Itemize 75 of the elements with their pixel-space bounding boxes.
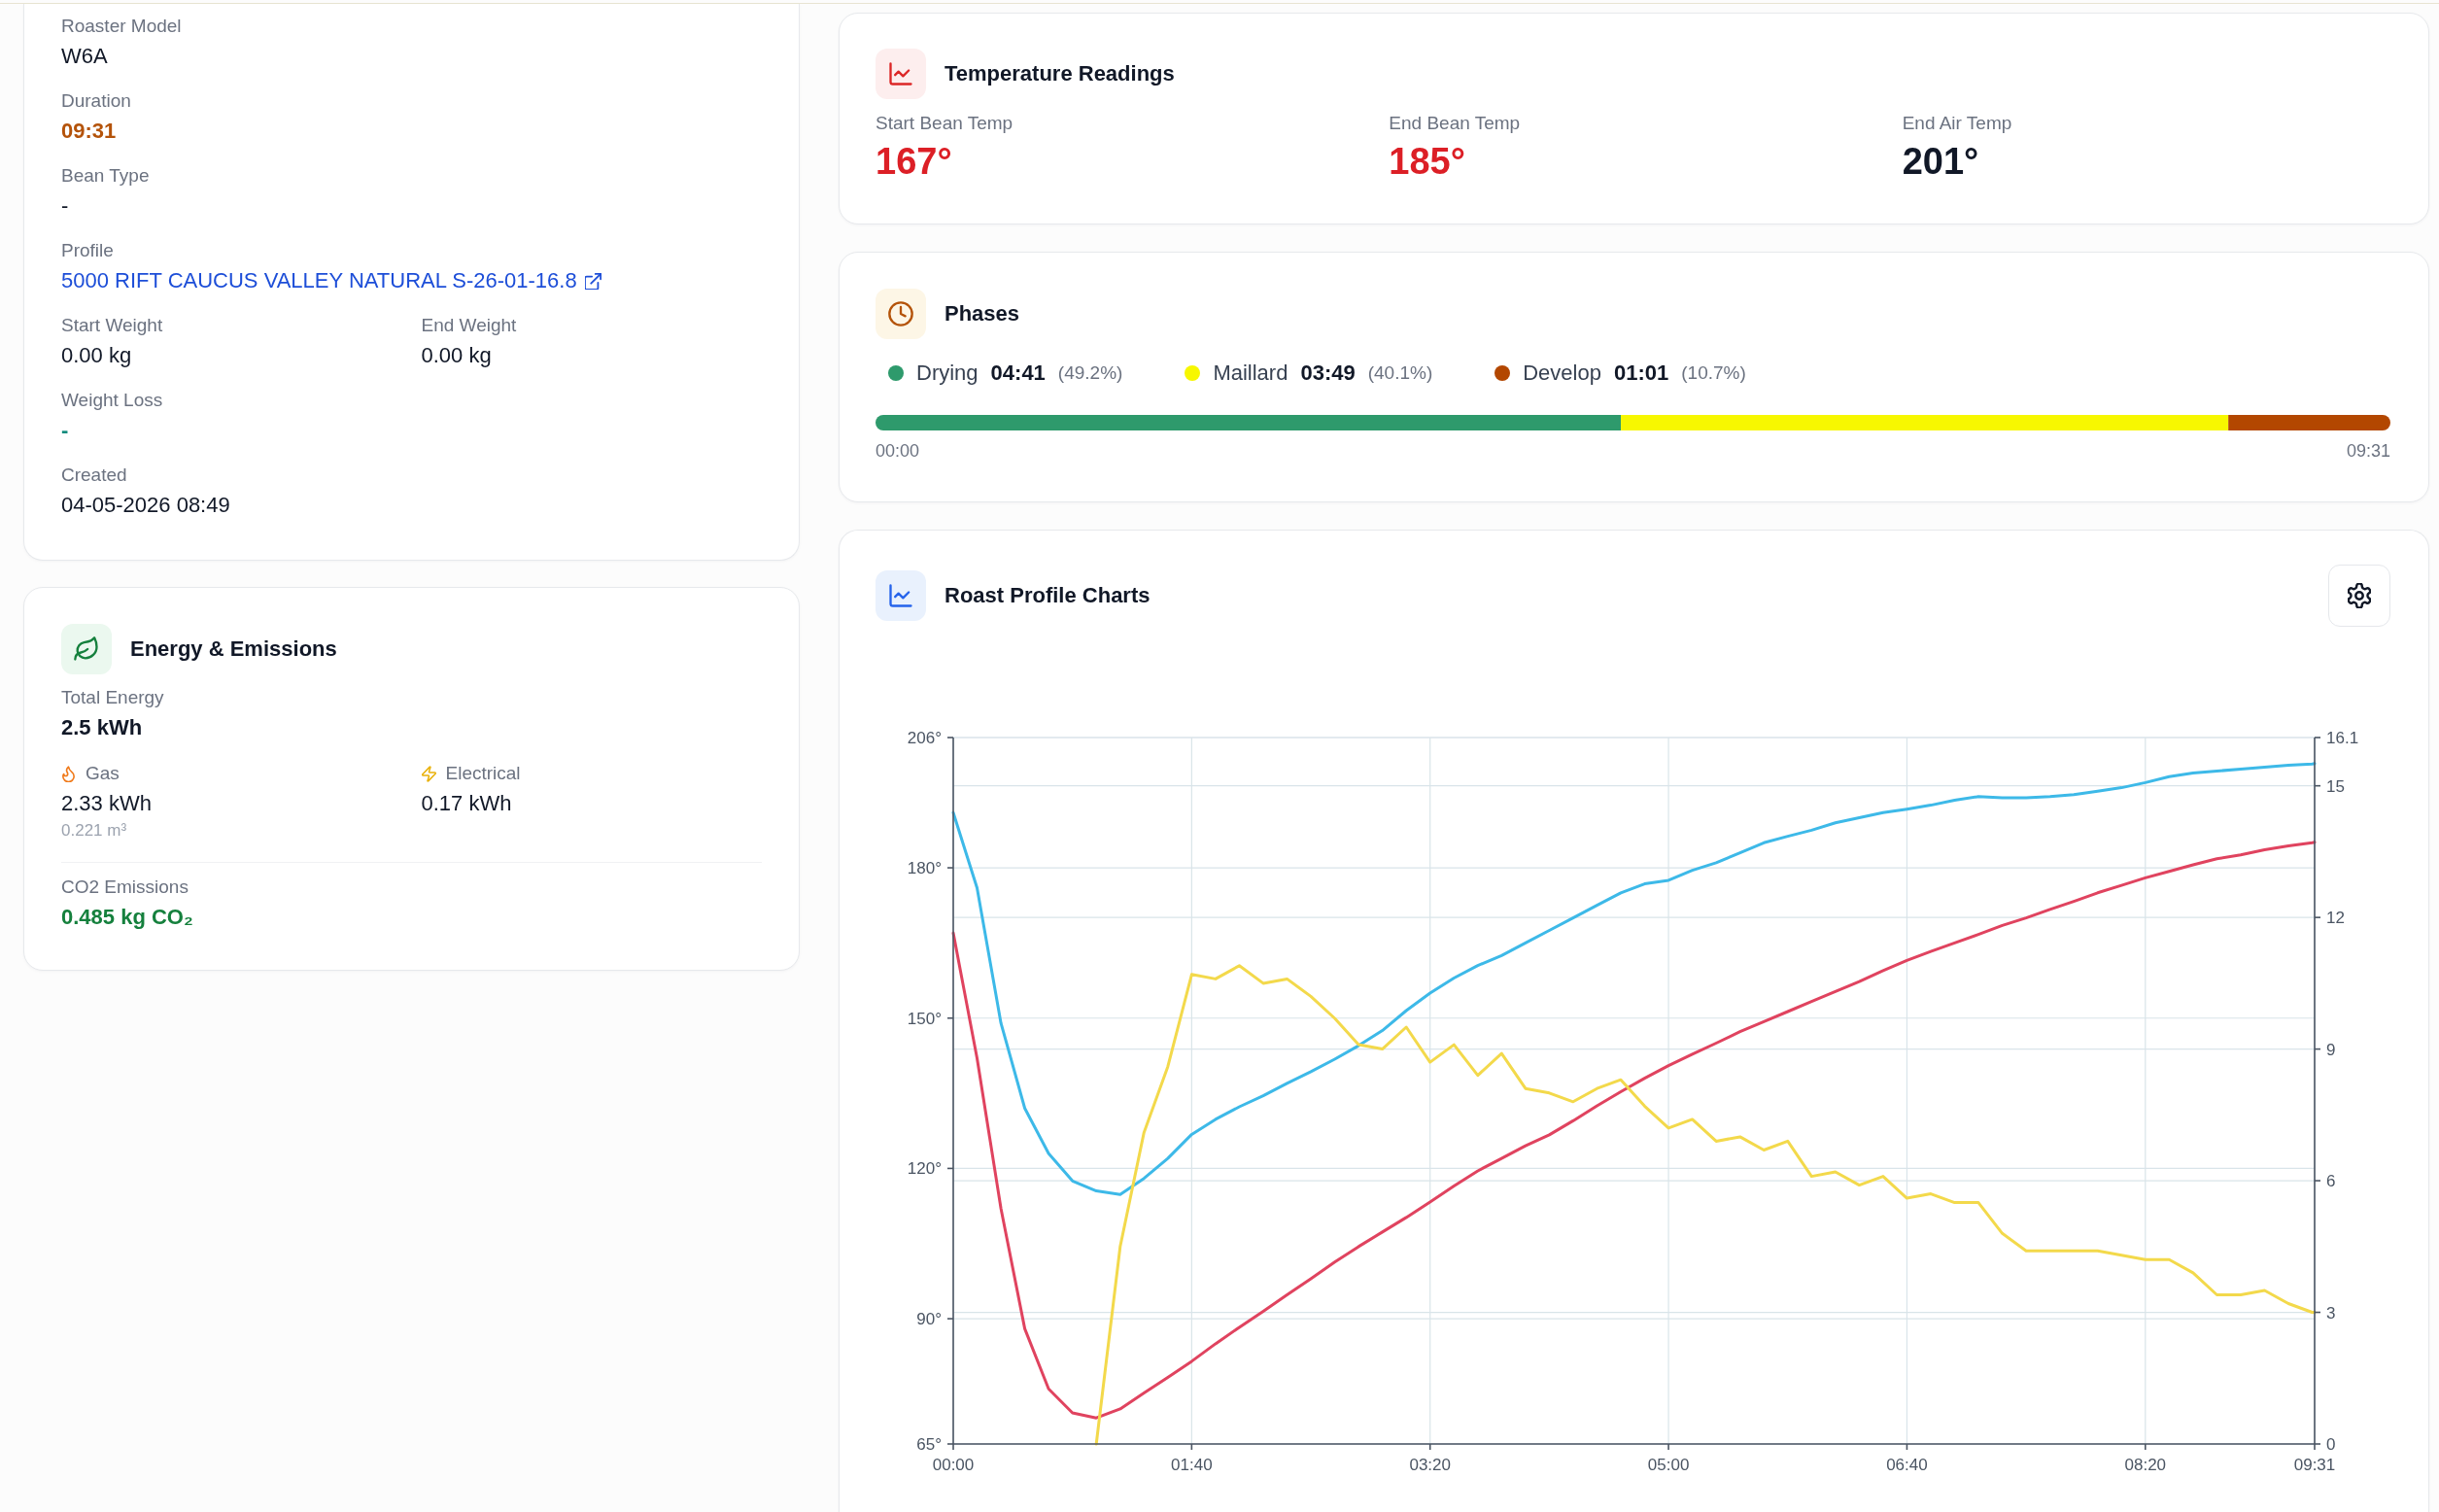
axis-tick-label: 206° xyxy=(907,729,942,747)
axis-tick-label: 90° xyxy=(916,1310,942,1329)
phase-percent: (49.2%) xyxy=(1057,362,1123,384)
field-value: - xyxy=(61,417,70,444)
field-label: End Weight xyxy=(421,314,518,337)
axis-tick-label: 9 xyxy=(2326,1040,2336,1059)
field-label: Created xyxy=(61,464,128,487)
axis-tick-label: 09:31 xyxy=(2293,1456,2336,1474)
axis-tick-label: 15 xyxy=(2326,776,2345,796)
field-label: Duration xyxy=(61,89,132,113)
field-value: 0.00 kg xyxy=(61,342,133,369)
axis-tick-label: 06:40 xyxy=(1886,1456,1928,1474)
field-label: Roaster Model xyxy=(61,15,183,38)
axis-tick-label: 01:40 xyxy=(1171,1456,1213,1474)
field-value: 0.485 kg CO₂ xyxy=(61,904,194,931)
phase-name: Maillard xyxy=(1213,361,1288,386)
axis-tick-label: 0 xyxy=(2326,1435,2336,1454)
field-value: 0.17 kWh xyxy=(421,790,513,817)
settings-button[interactable] xyxy=(2328,565,2390,627)
line-chart-icon xyxy=(876,49,926,99)
field-label: Bean Type xyxy=(61,164,151,188)
card-title: Phases xyxy=(945,301,1020,326)
phase-time: 01:01 xyxy=(1613,361,1669,386)
phase-time: 03:49 xyxy=(1300,361,1356,386)
axis-tick-label: 120° xyxy=(907,1159,942,1179)
phase-name: Drying xyxy=(916,361,979,386)
profile-link[interactable]: 5000 RIFT CAUCUS VALLEY NATURAL S-26-01-16.8 xyxy=(61,267,601,294)
axis-tick-label: 12 xyxy=(2326,909,2345,928)
reading-value: 185° xyxy=(1389,140,1465,183)
axis-tick-label: 16.1 xyxy=(2326,729,2359,747)
axis-tick-label: 150° xyxy=(907,1009,942,1028)
axis-tick-label: 6 xyxy=(2326,1172,2336,1191)
field-note: 0.221 m³ xyxy=(61,820,128,842)
time-label: 00:00 xyxy=(876,440,920,462)
time-label: 09:31 xyxy=(2346,440,2390,462)
field-label: Start Weight xyxy=(61,314,164,337)
reading-label: Start Bean Temp xyxy=(876,112,1013,135)
card-title: Temperature Readings xyxy=(945,61,1175,86)
axis-tick-label: 180° xyxy=(907,859,942,878)
phase-name: Develop xyxy=(1523,361,1601,386)
flame-icon xyxy=(61,765,76,782)
settings-icon xyxy=(2348,583,2371,608)
card-title: Roast Profile Charts xyxy=(945,583,1151,608)
phase-percent: (10.7%) xyxy=(1681,362,1746,384)
axis-tick-label: 00:00 xyxy=(932,1456,975,1474)
field-value: W6A xyxy=(61,43,109,70)
lightning-icon xyxy=(421,765,436,782)
field-label: Total Energy xyxy=(61,686,165,709)
field-label: Weight Loss xyxy=(61,389,164,412)
reading-value: 167° xyxy=(876,140,952,183)
line-chart-icon xyxy=(876,570,926,621)
clock-icon xyxy=(876,289,926,339)
phase-time: 04:41 xyxy=(990,361,1046,386)
field-value: 2.33 kWh xyxy=(61,790,153,817)
axis-tick-label: 65° xyxy=(916,1435,942,1454)
field-value: - xyxy=(61,192,70,220)
field-label: CO2 Emissions xyxy=(61,876,189,899)
field-value: 0.00 kg xyxy=(421,342,493,369)
reading-value: 201° xyxy=(1902,140,1979,183)
field-value: 04-05-2026 08:49 xyxy=(61,492,231,519)
reading-label: End Bean Temp xyxy=(1389,112,1521,135)
card-title: Energy & Emissions xyxy=(130,636,337,662)
reading-label: End Air Temp xyxy=(1902,112,2012,135)
axis-tick-label: 08:20 xyxy=(2124,1456,2167,1474)
leaf-icon xyxy=(61,624,112,674)
axis-tick-label: 03:20 xyxy=(1409,1456,1451,1474)
field-value: 09:31 xyxy=(61,118,118,145)
phase-percent: (40.1%) xyxy=(1367,362,1433,384)
field-label: Profile xyxy=(61,239,115,262)
field-label: Electrical xyxy=(445,762,521,785)
axis-tick-label: 3 xyxy=(2326,1303,2336,1323)
axis-tick-label: 05:00 xyxy=(1647,1456,1690,1474)
field-label: Gas xyxy=(86,762,120,785)
field-value: 2.5 kWh xyxy=(61,714,144,741)
external-link-icon xyxy=(584,272,601,290)
